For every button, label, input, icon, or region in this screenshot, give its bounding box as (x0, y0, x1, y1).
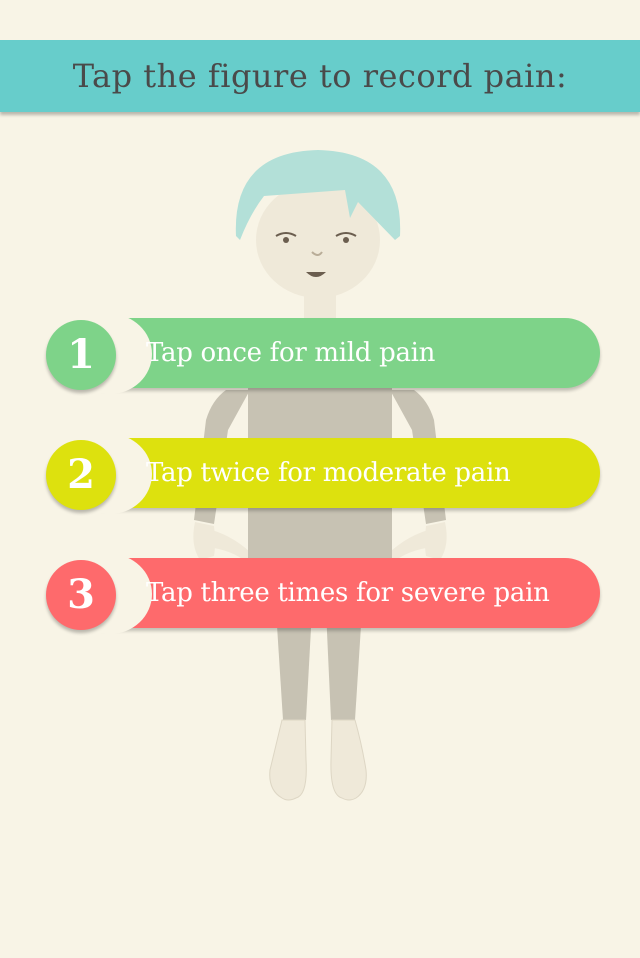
step-number: 2 (67, 451, 95, 498)
page-title: Tap the figure to record pain: (72, 57, 568, 95)
legend-label: Tap three times for severe pain (146, 578, 550, 608)
legend-label: Tap once for mild pain (146, 338, 436, 368)
legend-label: Tap twice for moderate pain (146, 458, 511, 488)
step-number: 1 (67, 331, 95, 378)
step-number-badge: 1 (46, 320, 116, 390)
step-number-badge: 2 (46, 440, 116, 510)
step-number-badge: 3 (46, 560, 116, 630)
head[interactable] (235, 150, 401, 298)
header-banner: Tap the figure to record pain: (0, 40, 640, 112)
legend-item-moderate: 2 Tap twice for moderate pain (46, 434, 602, 514)
feet[interactable] (269, 719, 367, 801)
step-number: 3 (67, 571, 95, 618)
legend-item-severe: 3 Tap three times for severe pain (46, 554, 602, 634)
legend-item-mild: 1 Tap once for mild pain (46, 314, 602, 394)
